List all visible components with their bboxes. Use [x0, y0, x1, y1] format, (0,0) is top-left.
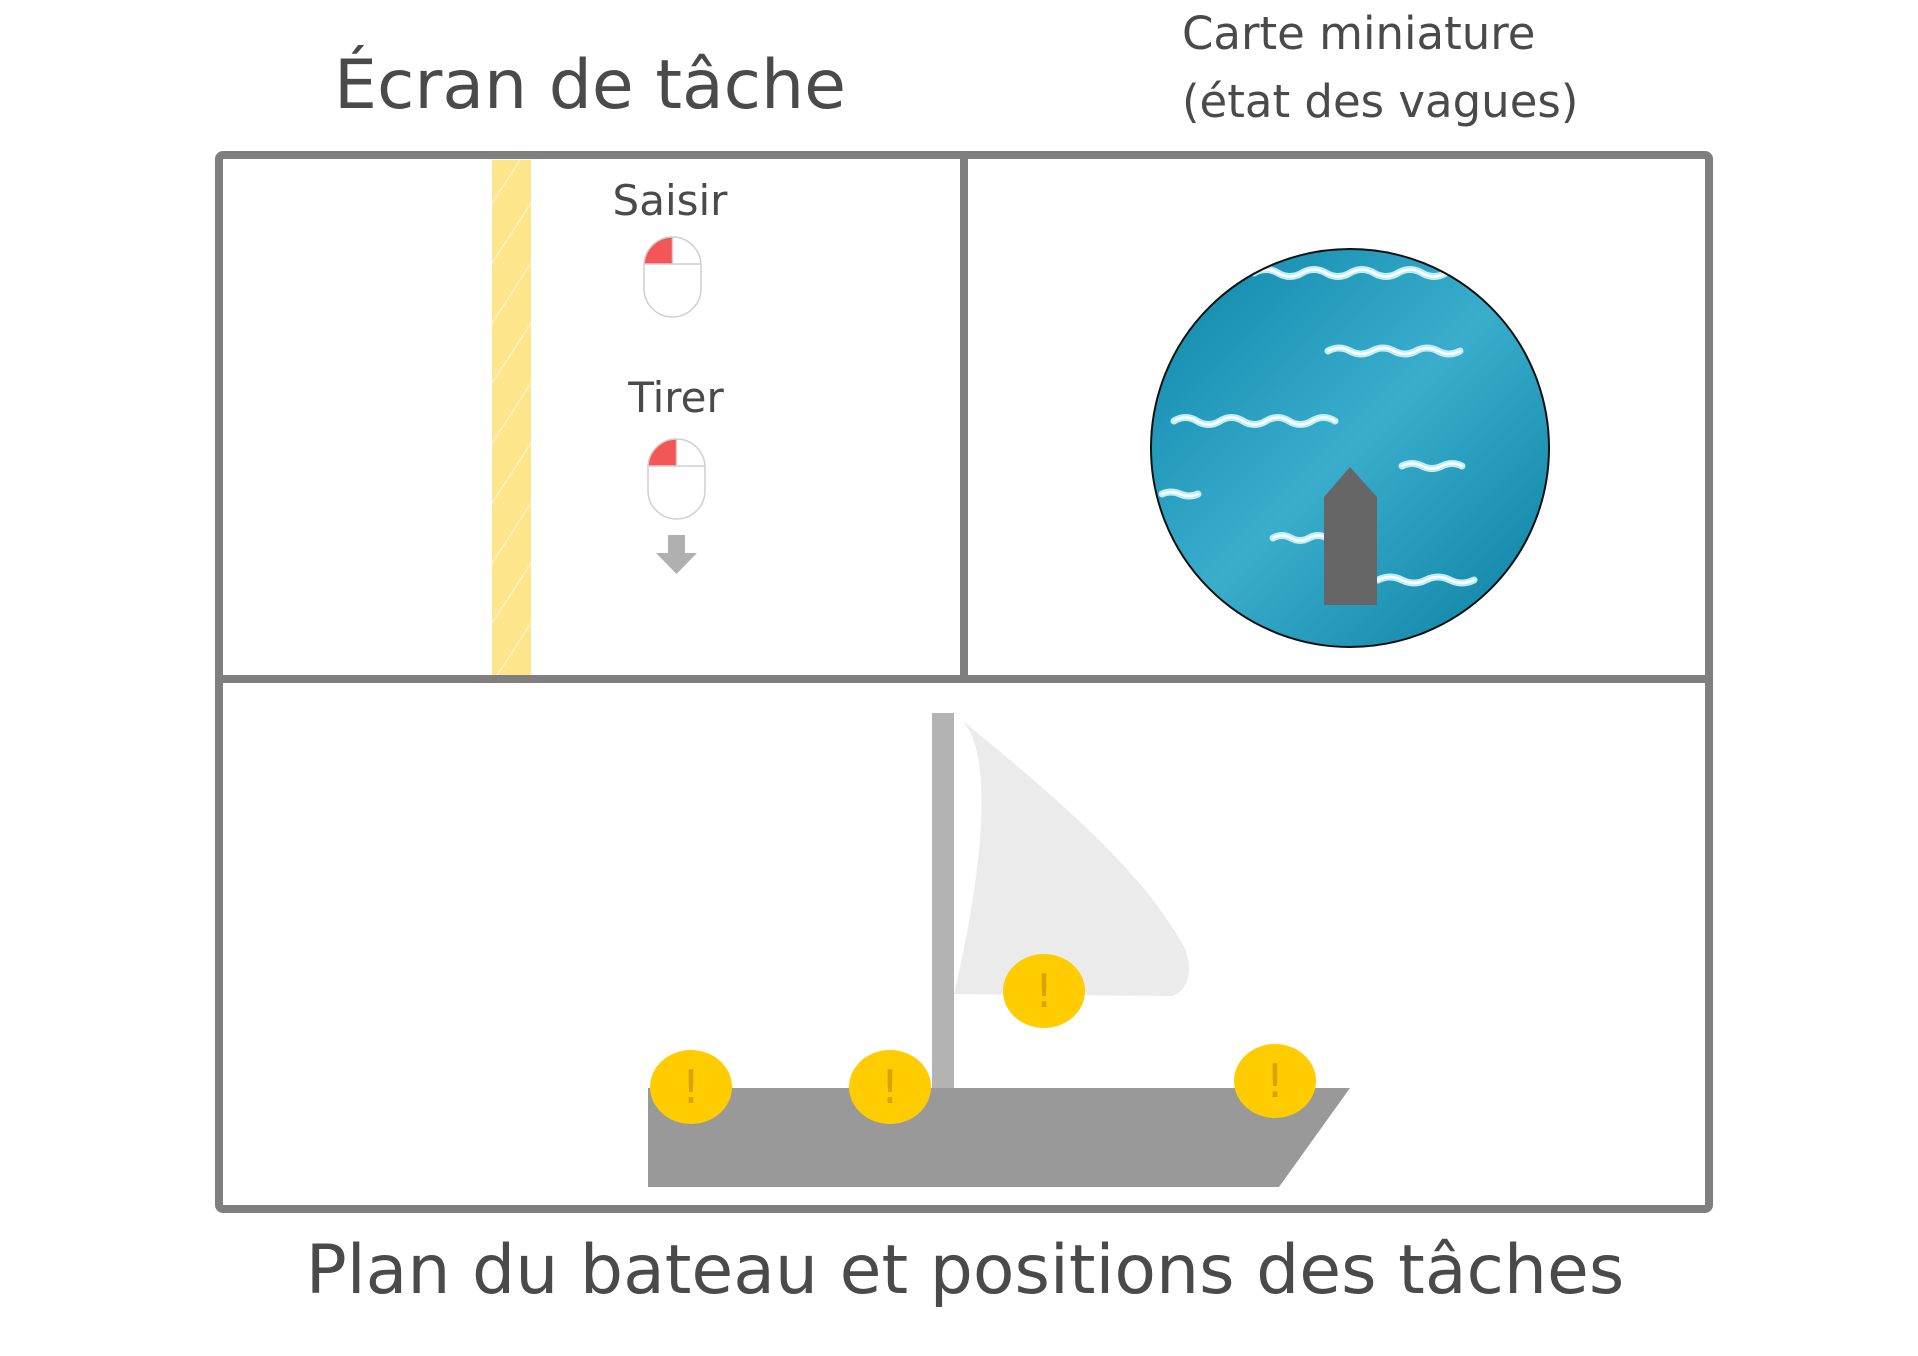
boat-sail [954, 717, 1190, 996]
task-marker-label: ! [682, 1060, 700, 1114]
wave [1158, 488, 1202, 500]
minimap-panel [1150, 248, 1550, 648]
arrow-down-icon [656, 535, 697, 574]
task-marker: ! [650, 1050, 732, 1124]
mouse-left-click-icon [647, 438, 706, 520]
boat-plan-panel: ! ! ! ! [648, 713, 1350, 1187]
highlight-bar-stripes [492, 160, 531, 676]
task-marker-label: ! [881, 1060, 899, 1114]
minimap-title-line2: (état des vagues) [1182, 75, 1578, 128]
wave [1324, 344, 1464, 358]
boat-game-ui-diagram: Écran de tâche Carte miniature (état des… [215, 7, 1713, 1310]
minimap-title-line1: Carte miniature [1182, 7, 1535, 60]
task-screen-panel: Saisir Tirer [492, 160, 728, 676]
task-marker-label: ! [1035, 964, 1053, 1018]
boat-mast [932, 713, 954, 1088]
task-marker: ! [1234, 1044, 1316, 1118]
action-label-grab: Saisir [613, 176, 729, 225]
task-marker: ! [849, 1050, 931, 1124]
task-screen-title: Écran de tâche [334, 45, 846, 125]
task-marker-label: ! [1266, 1054, 1284, 1108]
boat-plan-caption: Plan du bateau et positions des tâches [306, 1231, 1625, 1310]
task-marker: ! [1003, 954, 1085, 1028]
mouse-left-click-icon [643, 236, 702, 318]
action-label-pull: Tirer [627, 373, 724, 422]
